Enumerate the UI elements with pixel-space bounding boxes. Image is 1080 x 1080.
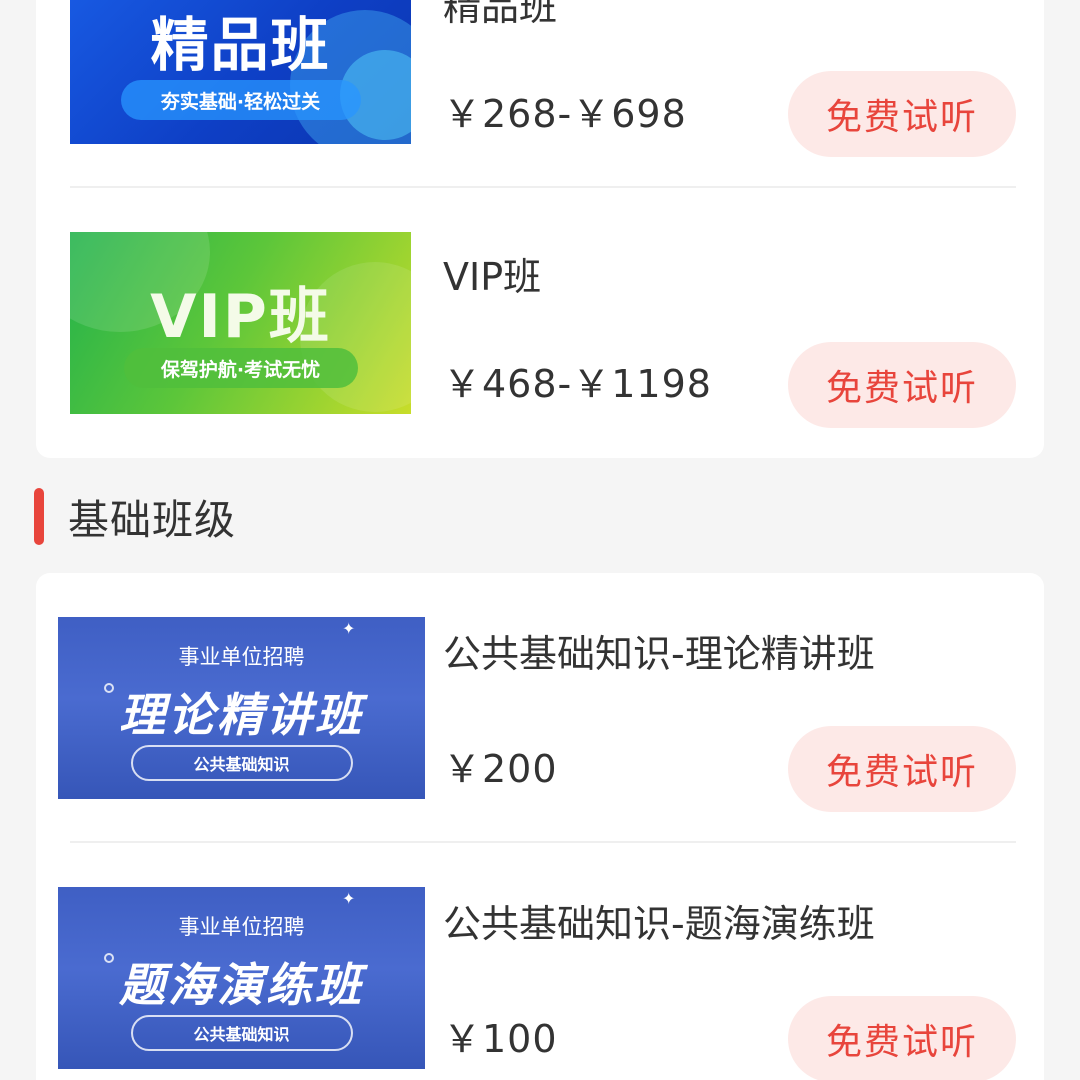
course-item-practice[interactable]: ✦ 事业单位招聘 题海演练班 公共基础知识 公共基础知识-题海演练班 ￥100 … — [36, 843, 1044, 1080]
thumbnail-subtitle: 公共基础知识 — [130, 745, 353, 781]
course-thumbnail: ✦ 事业单位招聘 题海演练班 公共基础知识 — [58, 887, 425, 1069]
free-trial-button[interactable]: 免费试听 — [788, 71, 1016, 157]
course-item-vip[interactable]: VIP班 保驾护航·考试无忧 VIP班 ￥468-￥1198 免费试听 — [36, 210, 1044, 458]
course-thumbnail: VIP班 保驾护航·考试无忧 — [70, 232, 411, 414]
free-trial-button[interactable]: 免费试听 — [788, 342, 1016, 428]
thumbnail-title: 题海演练班 — [119, 958, 364, 1012]
section-accent-bar — [34, 487, 44, 545]
free-trial-button[interactable]: 免费试听 — [788, 726, 1016, 812]
section-header-basic: 基础班级 — [34, 486, 236, 546]
thumbnail-title: 理论精讲班 — [119, 688, 364, 742]
free-trial-button[interactable]: 免费试听 — [788, 996, 1016, 1080]
thumbnail-title: VIP班 — [150, 282, 331, 352]
course-list-page: 精品班 夯实基础·轻松过关 精品班 ￥268-￥698 免费试听 VIP班 保驾… — [0, 0, 1080, 1080]
course-title: 精品班 — [443, 0, 558, 29]
thumbnail-caption: 事业单位招聘 — [178, 915, 305, 939]
course-title: 公共基础知识-题海演练班 — [443, 902, 875, 946]
course-thumbnail: 精品班 夯实基础·轻松过关 — [70, 0, 411, 144]
course-price: ￥200 — [443, 747, 558, 791]
section-title: 基础班级 — [68, 496, 236, 544]
course-title: VIP班 — [443, 255, 542, 299]
featured-course-card: 精品班 夯实基础·轻松过关 精品班 ￥268-￥698 免费试听 VIP班 保驾… — [36, 0, 1044, 458]
course-item-premium[interactable]: 精品班 夯实基础·轻松过关 精品班 ￥268-￥698 免费试听 — [36, 0, 1044, 210]
course-item-theory[interactable]: ✦ 事业单位招聘 理论精讲班 公共基础知识 公共基础知识-理论精讲班 ￥200 … — [36, 573, 1044, 843]
basic-course-card: ✦ 事业单位招聘 理论精讲班 公共基础知识 公共基础知识-理论精讲班 ￥200 … — [36, 573, 1044, 1080]
thumbnail-subtitle: 保驾护航·考试无忧 — [123, 348, 358, 388]
course-price: ￥268-￥698 — [443, 92, 687, 136]
course-price: ￥100 — [443, 1017, 558, 1061]
thumbnail-subtitle: 夯实基础·轻松过关 — [120, 80, 361, 120]
thumbnail-subtitle: 公共基础知识 — [130, 1015, 353, 1051]
sparkle-icon: ✦ — [342, 889, 356, 908]
thumbnail-title: 精品班 — [150, 11, 331, 79]
divider — [70, 186, 1016, 188]
course-thumbnail: ✦ 事业单位招聘 理论精讲班 公共基础知识 — [58, 617, 425, 799]
course-title: 公共基础知识-理论精讲班 — [443, 632, 875, 676]
course-price: ￥468-￥1198 — [443, 362, 712, 406]
sparkle-icon: ✦ — [342, 619, 356, 638]
thumbnail-caption: 事业单位招聘 — [178, 645, 305, 669]
